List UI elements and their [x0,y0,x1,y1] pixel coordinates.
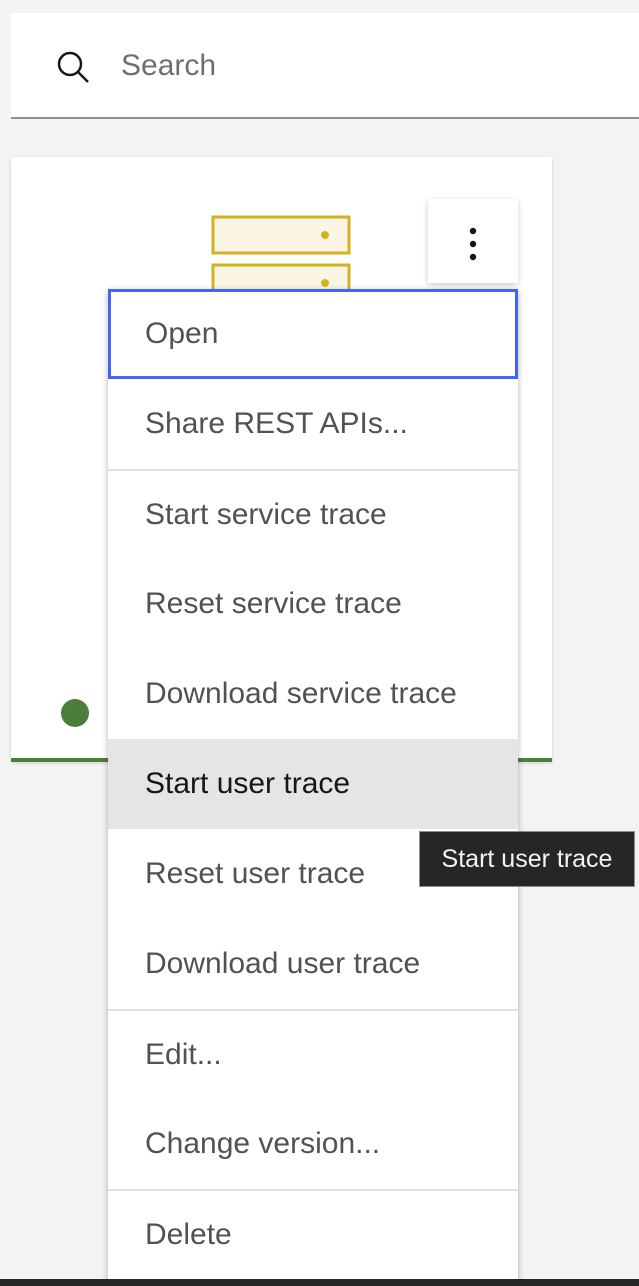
menu-item-label: Start user trace [145,767,351,800]
menu-item-label: Reset user trace [145,857,366,890]
menu-item-download-service-trace[interactable]: Download service trace [108,649,518,739]
menu-item-label: Download user trace [145,947,421,980]
menu-item-delete[interactable]: Delete [108,1189,518,1279]
window-bottom-edge [0,1279,639,1286]
search-icon [57,51,89,83]
menu-item-start-user-trace[interactable]: Start user trace [108,739,518,829]
menu-item-download-user-trace[interactable]: Download user trace [108,919,518,1009]
menu-item-start-service-trace[interactable]: Start service trace [108,469,518,559]
menu-item-edit[interactable]: Edit... [108,1009,518,1099]
menu-item-label: Delete [145,1218,232,1251]
overflow-menu: Open Share REST APIs... Start service tr… [108,289,518,1286]
menu-item-label: Edit... [145,1038,222,1071]
menu-item-label: Start service trace [145,498,387,531]
menu-item-open[interactable]: Open [108,289,518,379]
status-indicator [61,699,89,727]
menu-item-label: Reset service trace [145,587,402,620]
overflow-menu-vertical-icon [469,227,477,261]
menu-item-label: Download service trace [145,677,457,710]
tooltip: Start user trace [419,831,635,887]
search-bar [11,13,639,119]
menu-item-share-rest-apis[interactable]: Share REST APIs... [108,379,518,469]
menu-item-label: Share REST APIs... [145,407,408,440]
menu-item-label: Change version... [145,1127,381,1160]
menu-item-reset-service-trace[interactable]: Reset service trace [108,559,518,649]
menu-item-change-version[interactable]: Change version... [108,1099,518,1189]
overflow-menu-button[interactable] [428,199,518,283]
menu-item-label: Open [145,317,219,350]
search-input[interactable] [119,43,603,89]
